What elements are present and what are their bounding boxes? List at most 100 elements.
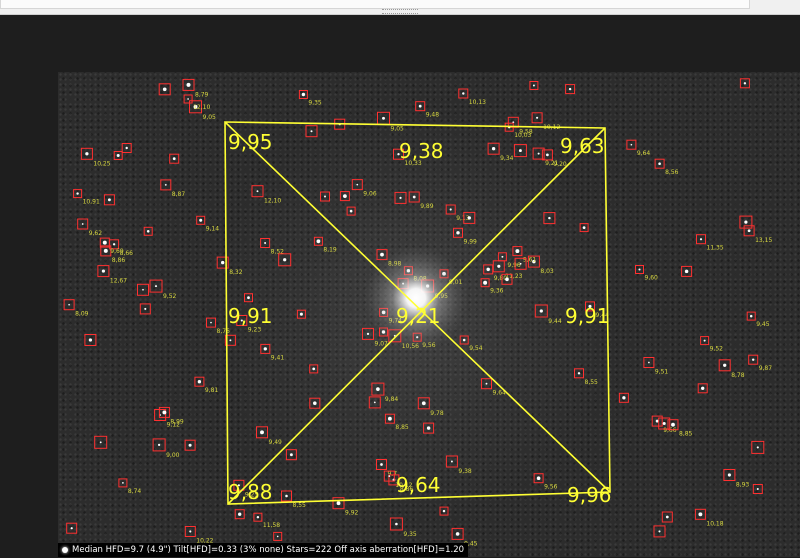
star-hfd-label: 9,36 xyxy=(490,288,504,295)
star-dot xyxy=(310,130,313,133)
star-hfd-label: 9,00 xyxy=(166,452,180,459)
star-dot xyxy=(68,303,70,306)
star-hfd-label: 9,34 xyxy=(500,155,514,162)
star-dot xyxy=(276,535,279,538)
star-dot xyxy=(312,367,316,371)
star-dot xyxy=(197,380,202,384)
star-hfd-label: 8,55 xyxy=(585,379,599,386)
star-hfd-label: 9,89 xyxy=(420,203,434,210)
tilt-label-top: 9,38 xyxy=(399,139,444,163)
star-dot xyxy=(703,339,706,342)
star-dot xyxy=(256,515,260,519)
star-dot xyxy=(756,487,759,491)
star-dot xyxy=(455,532,460,536)
star-hfd-label: 11,58 xyxy=(263,522,280,529)
star-dot xyxy=(263,347,267,351)
star-hfd-label: 12,10 xyxy=(264,198,281,205)
star-hfd-label: 9,45 xyxy=(756,321,770,328)
star-dot xyxy=(749,314,753,318)
star-dot xyxy=(462,92,465,95)
star-hfd-label: 9,99 xyxy=(464,238,478,245)
star-dot xyxy=(189,530,192,533)
star-dot xyxy=(366,332,370,336)
star-hfd-label: 12,67 xyxy=(110,278,127,285)
star-dot xyxy=(505,277,509,282)
star-hfd-label: 9,92 xyxy=(345,510,359,517)
tilt-label-bottom: 9,64 xyxy=(396,473,441,497)
star-dot xyxy=(536,116,539,119)
star-dot xyxy=(450,460,453,463)
tilt-label-left: 9,91 xyxy=(228,304,273,328)
star-dot xyxy=(744,220,748,224)
tilt-label-bottom-left: 9,88 xyxy=(228,480,273,504)
toolbar-field[interactable] xyxy=(0,0,750,9)
star-dot xyxy=(568,87,572,91)
star-dot xyxy=(380,463,383,466)
star-dot xyxy=(380,252,384,257)
star-dot xyxy=(154,285,158,288)
star-dot xyxy=(221,260,225,265)
star-hfd-label: 8,99 xyxy=(170,418,184,425)
star-dot xyxy=(144,307,147,310)
star-dot xyxy=(164,183,167,186)
star-dot xyxy=(188,443,192,447)
splitter-grip-handle[interactable] xyxy=(382,9,418,14)
star-dot xyxy=(162,410,167,415)
star-dot xyxy=(412,195,416,199)
star-hfd-label: 9,48 xyxy=(426,112,440,119)
star-dot xyxy=(289,453,293,457)
star-hfd-label: 9,96 xyxy=(507,262,521,269)
star-dot xyxy=(107,198,111,202)
star-dot xyxy=(577,372,581,375)
star-dot xyxy=(112,243,116,246)
star-hfd-label: 9,87 xyxy=(759,365,773,372)
star-dot xyxy=(324,195,326,198)
star-hfd-label: 9,05 xyxy=(203,114,217,121)
star-dot xyxy=(70,527,73,530)
star-hfd-label: 8,32 xyxy=(229,269,243,276)
star-dot xyxy=(373,401,376,404)
star-dot xyxy=(157,443,161,447)
star-dot xyxy=(356,183,359,186)
image-workspace: 9,569,749,8010,129,209,059,529,0710,229,… xyxy=(0,15,800,558)
star-hfd-label: 8,03 xyxy=(540,268,554,275)
star-hfd-label: 10,03 xyxy=(514,132,531,139)
star-dot xyxy=(701,386,705,390)
star-hfd-label: 11,35 xyxy=(707,245,724,252)
star-hfd-label: 8,78 xyxy=(731,372,745,379)
star-dot xyxy=(756,446,759,449)
star-hfd-label: 9,52 xyxy=(163,293,177,300)
star-dot xyxy=(101,269,105,273)
star-dot xyxy=(376,387,380,391)
star-hfd-label: 8,52 xyxy=(271,249,285,256)
status-text: Median HFD=9.7 (4.9") Tilt[HFD]=0.33 (3%… xyxy=(72,545,465,555)
star-dot xyxy=(76,192,79,195)
star-hfd-label: 9,60 xyxy=(645,275,659,282)
star-dot xyxy=(515,249,520,254)
star-dot xyxy=(418,104,422,108)
star-dot xyxy=(486,267,490,272)
star-dot xyxy=(336,501,341,506)
star-hfd-label: 8,09 xyxy=(75,311,89,318)
star-hfd-label: 9,41 xyxy=(271,354,285,361)
star-hfd-label: 9,06 xyxy=(363,191,377,198)
star-dot xyxy=(122,482,124,484)
star-dot xyxy=(684,269,689,274)
star-dot xyxy=(283,258,287,262)
star-dot xyxy=(395,522,398,526)
star-hfd-label: 8,76 xyxy=(217,328,231,335)
star-dot xyxy=(256,190,259,193)
star-hfd-label: 10,91 xyxy=(83,199,100,206)
star-hfd-label: 9,64 xyxy=(637,150,651,157)
star-dot xyxy=(456,231,460,235)
status-bar: Median HFD=9.7 (4.9") Tilt[HFD]=0.33 (3%… xyxy=(58,543,469,557)
star-dot xyxy=(665,515,669,519)
star-hfd-label: 9,78 xyxy=(430,410,444,417)
star-hfd-label: 8,85 xyxy=(395,424,409,431)
star-dot xyxy=(485,382,488,385)
star-dot xyxy=(81,223,84,225)
star-dot xyxy=(102,240,107,245)
star-dot xyxy=(442,509,446,513)
star-dot xyxy=(172,157,176,161)
star-dot xyxy=(483,280,488,285)
